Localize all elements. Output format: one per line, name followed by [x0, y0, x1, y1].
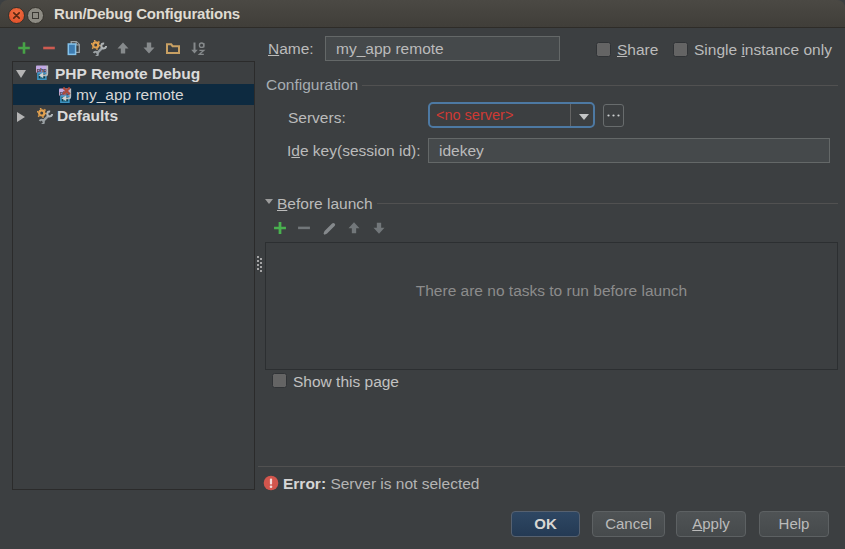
svg-text:php: php	[37, 67, 48, 73]
